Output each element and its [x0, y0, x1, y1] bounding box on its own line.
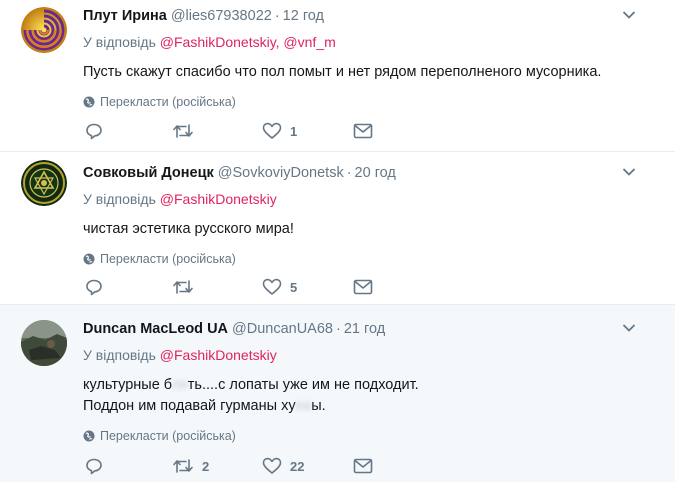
direct-message-button[interactable]: [353, 455, 373, 477]
text-fragment: культурные б: [83, 377, 172, 393]
like-count: 22: [290, 458, 305, 474]
timestamp[interactable]: 20 год: [355, 165, 396, 181]
tweet-text-line: культурные блять....с лопаты уже им не п…: [83, 375, 645, 396]
chevron-down-icon[interactable]: [622, 10, 636, 20]
heart-icon: [262, 278, 282, 295]
translate-link[interactable]: Перекласти (російська): [83, 428, 645, 444]
envelope-icon: [353, 458, 373, 474]
tweet-actions: 2 22: [85, 455, 675, 477]
translate-link[interactable]: Перекласти (російська): [83, 94, 645, 110]
tweet-header: Плут Ирина @lies67938022 · 12 год: [83, 6, 645, 26]
avatar[interactable]: [21, 320, 67, 366]
reply-context: У відповідь @FashikDonetskiy: [83, 190, 645, 208]
retweet-button[interactable]: [172, 276, 202, 298]
reply-context: У відповідь @FashikDonetskiy, @vnf_m: [83, 33, 645, 51]
avatar[interactable]: [21, 7, 67, 53]
reply-mention-link[interactable]: @FashikDonetskiy: [160, 191, 277, 207]
reply-prefix: У відповідь: [83, 347, 156, 363]
display-name[interactable]: Плут Ирина: [83, 8, 167, 24]
reply-icon: [86, 123, 102, 140]
translate-label: Перекласти (російська): [100, 429, 236, 443]
separator-dot: ·: [274, 8, 280, 24]
text-fragment: ы.: [311, 398, 326, 414]
heart-icon: [262, 457, 282, 474]
reply-icon: [86, 279, 102, 296]
user-handle[interactable]: @lies67938022: [171, 8, 272, 24]
tweet-header: Duncan MacLeod UA @DuncanUA68 · 21 год: [83, 319, 645, 339]
translate-label: Перекласти (російська): [100, 252, 236, 266]
heart-icon: [262, 122, 282, 139]
like-count: 1: [290, 123, 298, 139]
globe-icon: [83, 96, 95, 108]
retweet-button[interactable]: [172, 120, 202, 142]
direct-message-button[interactable]: [353, 276, 373, 298]
censored-fragment: ля: [171, 377, 188, 393]
tweet-actions: 5: [85, 276, 675, 298]
translate-link[interactable]: Перекласти (російська): [83, 251, 645, 267]
reply-button[interactable]: [85, 455, 111, 477]
reply-button[interactable]: [85, 276, 111, 298]
tweet-text-line: чистая эстетика русского мира!: [83, 221, 294, 237]
user-handle[interactable]: @DuncanUA68: [232, 321, 333, 337]
tweet-text: чистая эстетика русского мира!: [83, 219, 645, 240]
like-button[interactable]: 5: [262, 276, 297, 298]
separator-dot: ·: [346, 165, 352, 181]
timestamp[interactable]: 21 год: [344, 321, 385, 337]
tweet-actions: 1: [85, 120, 675, 142]
globe-icon: [83, 253, 95, 265]
text-fragment: ть....с лопаты уже им не подходит.: [187, 377, 419, 393]
reply-button[interactable]: [85, 120, 111, 142]
retweet-icon: [173, 459, 193, 473]
retweet-icon: [173, 124, 193, 138]
display-name[interactable]: Duncan MacLeod UA: [83, 321, 228, 337]
like-count: 5: [290, 279, 298, 295]
text-fragment: Поддон им подавай гурманы ху: [83, 398, 296, 414]
globe-icon: [83, 430, 95, 442]
tweet-header: Совковый Донецк @SovkoviyDonetsk · 20 год: [83, 163, 645, 183]
translate-label: Перекласти (російська): [100, 95, 236, 109]
tweet-text: Пусть скажут спасибо что пол помыт и нет…: [83, 62, 645, 83]
chevron-down-icon[interactable]: [622, 323, 636, 333]
retweet-icon: [173, 280, 193, 294]
reply-mention-link[interactable]: @FashikDonetskiy, @vnf_m: [160, 34, 336, 50]
reply-prefix: У відповідь: [83, 34, 156, 50]
display-name[interactable]: Совковый Донецк: [83, 165, 214, 181]
tweet-text-line: Поддон им подавай гурманы хуевы.: [83, 396, 645, 417]
reply-context: У відповідь @FashikDonetskiy: [83, 346, 645, 364]
reply-prefix: У відповідь: [83, 191, 156, 207]
direct-message-button[interactable]: [353, 120, 373, 142]
reply-mention-link[interactable]: @FashikDonetskiy: [160, 347, 277, 363]
retweet-count: 2: [202, 458, 210, 474]
chevron-down-icon[interactable]: [622, 167, 636, 177]
like-button[interactable]: 1: [262, 120, 297, 142]
avatar[interactable]: [21, 160, 67, 206]
tweet-text-line: Пусть скажут спасибо что пол помыт и нет…: [83, 64, 602, 80]
censored-fragment: ев: [295, 398, 312, 414]
timestamp[interactable]: 12 год: [283, 8, 324, 24]
user-handle[interactable]: @SovkoviyDonetsk: [218, 165, 344, 181]
envelope-icon: [353, 279, 373, 295]
envelope-icon: [353, 123, 373, 139]
separator-dot: ·: [336, 321, 341, 337]
tweet-text: культурные блять....с лопаты уже им не п…: [83, 375, 645, 417]
reply-icon: [86, 458, 102, 475]
retweet-button[interactable]: 2: [172, 455, 209, 477]
like-button[interactable]: 22: [262, 455, 304, 477]
